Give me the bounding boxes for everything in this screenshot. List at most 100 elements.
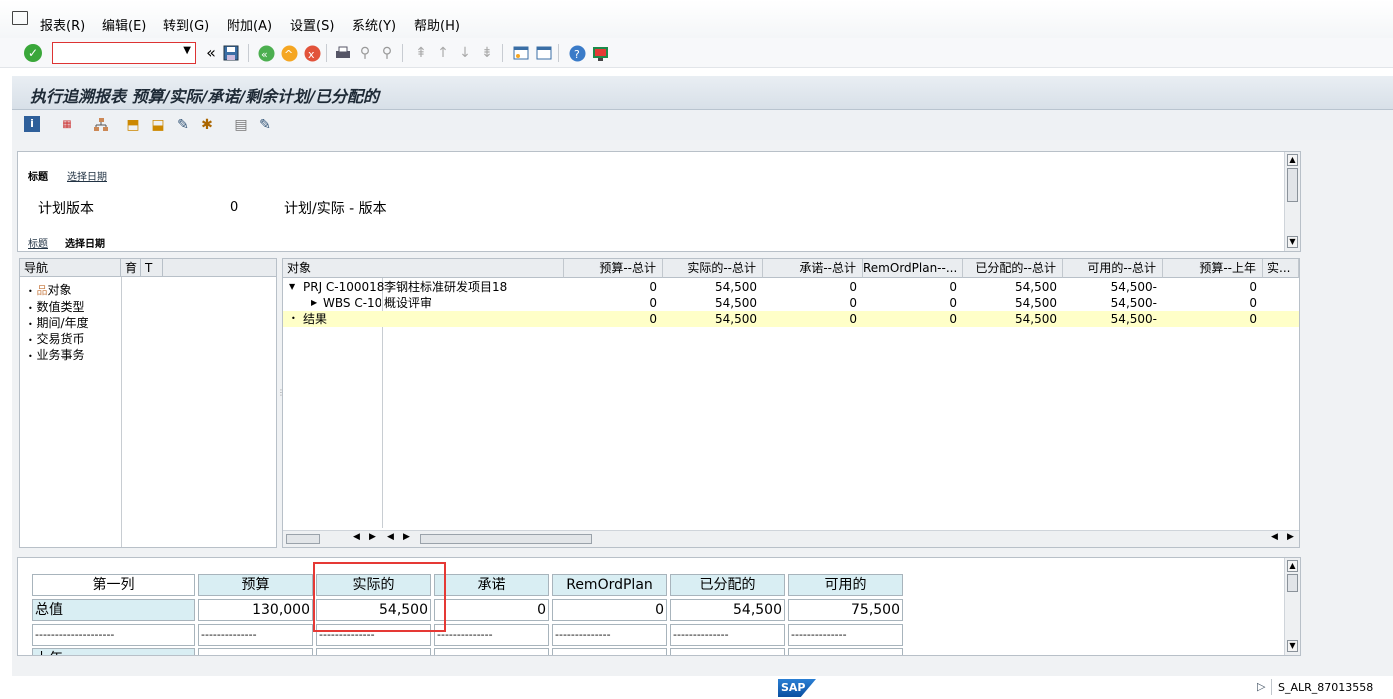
nav-item-business-transaction[interactable]: • 业务事务 [28, 346, 85, 363]
col-header-actual-total[interactable]: 实际的--总计 [663, 259, 763, 278]
scroll-left-icon[interactable]: ◀ [353, 532, 360, 542]
splitter-handle[interactable]: ⋮ [277, 389, 285, 397]
bottom-tab-title[interactable]: 标题 [28, 235, 48, 250]
change-icon[interactable]: ✎ [256, 116, 274, 134]
col-header-remordplan[interactable]: RemOrdPlan--... [863, 259, 963, 278]
enter-icon[interactable]: ✓ [24, 44, 42, 62]
help-icon[interactable]: ? [568, 44, 586, 62]
calculator-icon[interactable]: ▦ [58, 116, 76, 134]
summary-total-label: 总值 [32, 599, 195, 621]
nav-item-object[interactable]: • 品对象 [28, 281, 72, 298]
previous-page-icon[interactable]: ↑ [434, 44, 452, 62]
col-header-commitment-total[interactable]: 承诺--总计 [763, 259, 863, 278]
scroll-down-icon[interactable]: ▼ [1287, 236, 1298, 248]
scroll-thumb[interactable] [286, 534, 320, 544]
scroll-up-icon[interactable]: ▲ [1287, 560, 1298, 572]
menu-system[interactable]: 系统(Y) [352, 15, 396, 34]
svg-text:«: « [261, 48, 268, 61]
expand-right-icon[interactable]: ▶ [311, 295, 317, 311]
next-page-icon[interactable]: ↓ [456, 44, 474, 62]
menu-extras[interactable]: 附加(A) [227, 15, 272, 34]
nav-item-period[interactable]: • 期间/年度 [28, 314, 89, 331]
scroll-right-icon[interactable]: ▶ [369, 532, 376, 542]
chevron-down-icon[interactable]: ▼ [183, 45, 191, 56]
scroll-thumb[interactable] [1287, 574, 1298, 592]
scroll-right-icon[interactable]: ▶ [1287, 532, 1294, 542]
status-toggle-icon[interactable]: ▷ [1257, 680, 1265, 693]
col-header-object[interactable]: 对象 [283, 259, 564, 278]
print-icon[interactable] [334, 44, 352, 62]
info-icon[interactable]: i [24, 116, 40, 132]
bottom-tab-selection-date[interactable]: 选择日期 [65, 235, 105, 250]
scroll-thumb[interactable] [1287, 168, 1298, 202]
nav-header-navigation[interactable]: 导航 [20, 259, 121, 277]
expand-down-icon[interactable]: ▼ [289, 279, 295, 295]
collapse-icon[interactable]: « [202, 44, 220, 62]
hierarchy-icon[interactable] [92, 116, 110, 134]
currency-icon[interactable]: ✱ [198, 116, 216, 134]
cell-commitment-total: 0 [849, 296, 857, 310]
scroll-up-icon[interactable]: ▲ [1287, 154, 1298, 166]
table-row[interactable]: ▼ PRJ C-100018 李钢柱标准研发项目18 0 54,500 0 0 … [283, 279, 1299, 295]
scroll-right-icon[interactable]: ▶ [403, 532, 410, 542]
cell-budget-total: 0 [649, 296, 657, 310]
menu-goto[interactable]: 转到(G) [163, 15, 209, 34]
result-row[interactable]: • 结果 0 54,500 0 0 54,500 54,500- 0 [283, 311, 1299, 327]
command-field[interactable]: ▼ [52, 42, 196, 64]
tab-title[interactable]: 标题 [28, 168, 48, 183]
scroll-thumb[interactable] [420, 534, 592, 544]
last-page-icon[interactable]: ⇟ [478, 44, 496, 62]
find-icon[interactable]: ⚲ [356, 44, 374, 62]
menu-help[interactable]: 帮助(H) [414, 15, 460, 34]
back-icon[interactable]: « [257, 44, 275, 62]
nav-header-col2[interactable]: 育 [121, 259, 141, 277]
menu-settings[interactable]: 设置(S) [290, 15, 334, 34]
horizontal-scrollbar[interactable]: ◀ ▶ ◀ ▶ ◀ ▶ [283, 530, 1299, 547]
row-object: WBS C-100 [323, 296, 381, 310]
row-object: PRJ C-100018 [303, 280, 385, 294]
customize-layout-icon[interactable] [591, 44, 609, 62]
nav-item-value-type[interactable]: • 数值类型 [28, 298, 85, 315]
title-bar: 执行追溯报表 预算/实际/承诺/剩余计划/已分配的 [12, 76, 1393, 110]
summary-dash-cell: -------------- [670, 624, 785, 646]
cell-budget-prev-year: 0 [1249, 280, 1257, 294]
save-icon[interactable] [222, 44, 240, 62]
col-header-budget-total[interactable]: 预算--总计 [564, 259, 663, 278]
scroll-left-icon[interactable]: ◀ [1271, 532, 1278, 542]
col-header-allocated-total[interactable]: 已分配的--总计 [963, 259, 1063, 278]
plan-version-value: 0 [230, 200, 239, 215]
export-icon[interactable]: ⬓ [149, 116, 167, 134]
col-header-actual-more[interactable]: 实... [1263, 259, 1299, 278]
find-next-icon[interactable]: ⚲ [378, 44, 396, 62]
cancel-icon[interactable]: x [303, 44, 321, 62]
menu-exit-icon[interactable] [12, 11, 28, 25]
exit-icon[interactable]: ^ [280, 44, 298, 62]
col-header-budget-prev-year[interactable]: 预算--上年 [1163, 259, 1263, 278]
summary-scrollbar[interactable]: ▲ ▼ [1284, 558, 1300, 655]
summary-dash-cell: -------------------- [32, 624, 195, 646]
nav-item-currency[interactable]: • 交易货币 [28, 330, 85, 347]
summary-prev-year-cell [316, 648, 431, 655]
menu-edit[interactable]: 编辑(E) [102, 15, 146, 34]
edit-icon[interactable]: ✎ [174, 116, 192, 134]
tab-selection-date[interactable]: 选择日期 [67, 168, 107, 183]
nav-header-col3[interactable]: T [141, 259, 163, 277]
summary-header-available: 可用的 [788, 574, 903, 596]
new-session-icon[interactable] [512, 44, 530, 62]
table-row[interactable]: ▶ WBS C-100 概设评审 0 54,500 0 0 54,500 54,… [283, 295, 1299, 311]
scroll-left-icon[interactable]: ◀ [387, 532, 394, 542]
hierarchy-icon: 品 [36, 284, 48, 297]
separator [558, 44, 559, 62]
summary-dash-cell: -------------- [198, 624, 313, 646]
drilldown-icon[interactable]: ⬒ [124, 116, 142, 134]
first-page-icon[interactable]: ⇞ [412, 44, 430, 62]
summary-header-first-column: 第一列 [32, 574, 195, 596]
shortcut-icon[interactable] [535, 44, 553, 62]
menu-report[interactable]: 报表(R) [40, 15, 85, 34]
summary-prev-year-cell [552, 648, 667, 655]
layout-icon[interactable]: ▤ [232, 116, 250, 134]
header-scrollbar[interactable]: ▲ ▼ [1284, 152, 1300, 251]
navigation-pane: 导航 育 T • 品对象 • 数值类型 • 期间/年度 • 交易货币 • 业务事… [19, 258, 277, 548]
scroll-down-icon[interactable]: ▼ [1287, 640, 1298, 652]
col-header-available-total[interactable]: 可用的--总计 [1063, 259, 1163, 278]
